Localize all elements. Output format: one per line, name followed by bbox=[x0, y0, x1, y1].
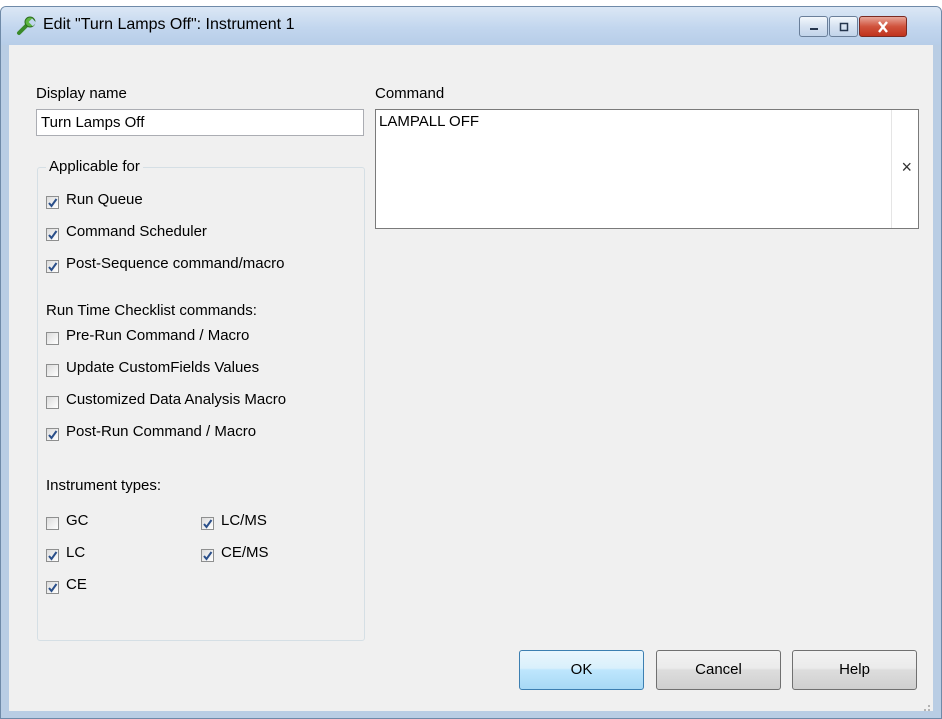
checkbox-label[interactable]: Post-Sequence command/macro bbox=[66, 255, 284, 272]
cancel-button[interactable]: Cancel bbox=[656, 650, 781, 690]
checkmark-icon bbox=[48, 583, 58, 593]
checkbox-box[interactable] bbox=[46, 364, 59, 377]
checkbox-label[interactable]: LC/MS bbox=[221, 512, 267, 529]
checkbox-label[interactable]: Run Queue bbox=[66, 191, 143, 208]
checkbox-label[interactable]: Post-Run Command / Macro bbox=[66, 423, 256, 440]
checkbox-box[interactable] bbox=[46, 228, 59, 241]
checkbox-label[interactable]: Customized Data Analysis Macro bbox=[66, 391, 286, 408]
checkbox-box[interactable] bbox=[201, 517, 214, 530]
checkbox-box[interactable] bbox=[46, 517, 59, 530]
checkmark-icon bbox=[48, 198, 58, 208]
checkmark-icon bbox=[48, 230, 58, 240]
instrument-types-label: Instrument types: bbox=[46, 477, 162, 494]
checkbox-label[interactable]: LC bbox=[66, 544, 85, 561]
close-icon bbox=[878, 20, 888, 33]
checkbox-box[interactable] bbox=[46, 428, 59, 441]
checkbox-box[interactable] bbox=[46, 332, 59, 345]
wrench-icon bbox=[15, 15, 37, 37]
display-name-label: Display name bbox=[36, 85, 127, 102]
checkbox-box[interactable] bbox=[46, 549, 59, 562]
checkbox-label[interactable]: GC bbox=[66, 512, 89, 529]
checkbox-label[interactable]: CE/MS bbox=[221, 544, 269, 561]
command-side-panel: × bbox=[891, 110, 918, 228]
title-bar[interactable]: Edit "Turn Lamps Off": Instrument 1 bbox=[1, 7, 941, 45]
display-name-input[interactable]: Turn Lamps Off bbox=[36, 109, 364, 136]
checkbox-label[interactable]: Pre-Run Command / Macro bbox=[66, 327, 249, 344]
checkbox-box[interactable] bbox=[46, 581, 59, 594]
maximize-icon bbox=[839, 22, 848, 31]
minimize-button[interactable] bbox=[799, 16, 828, 37]
close-button[interactable] bbox=[859, 16, 907, 37]
checkbox-label[interactable]: CE bbox=[66, 576, 87, 593]
window-title: Edit "Turn Lamps Off": Instrument 1 bbox=[43, 16, 295, 33]
command-textarea[interactable]: LAMPALL OFF × bbox=[375, 109, 919, 229]
checkbox-box[interactable] bbox=[201, 549, 214, 562]
minimize-icon bbox=[809, 27, 818, 30]
checkmark-icon bbox=[203, 551, 213, 561]
maximize-button[interactable] bbox=[829, 16, 858, 37]
ok-button[interactable]: OK bbox=[519, 650, 644, 690]
checklist-label: Run Time Checklist commands: bbox=[46, 302, 257, 319]
resize-grip-icon[interactable] bbox=[921, 699, 931, 711]
checkmark-icon bbox=[48, 430, 58, 440]
checkbox-box[interactable] bbox=[46, 196, 59, 209]
checkbox-box[interactable] bbox=[46, 396, 59, 409]
dialog-body: Display name Turn Lamps Off Applicable f… bbox=[9, 45, 933, 711]
checkmark-icon bbox=[48, 262, 58, 272]
clear-command-icon[interactable]: × bbox=[901, 158, 912, 176]
checkbox-box[interactable] bbox=[46, 260, 59, 273]
checkbox-label[interactable]: Update CustomFields Values bbox=[66, 359, 259, 376]
command-text[interactable]: LAMPALL OFF bbox=[379, 113, 479, 130]
applicable-for-legend: Applicable for bbox=[46, 158, 143, 175]
edit-command-dialog: Edit "Turn Lamps Off": Instrument 1 Disp… bbox=[0, 6, 942, 719]
checkbox-label[interactable]: Command Scheduler bbox=[66, 223, 207, 240]
checkmark-icon bbox=[48, 551, 58, 561]
command-label: Command bbox=[375, 85, 445, 102]
checkmark-icon bbox=[203, 519, 213, 529]
help-button[interactable]: Help bbox=[792, 650, 917, 690]
